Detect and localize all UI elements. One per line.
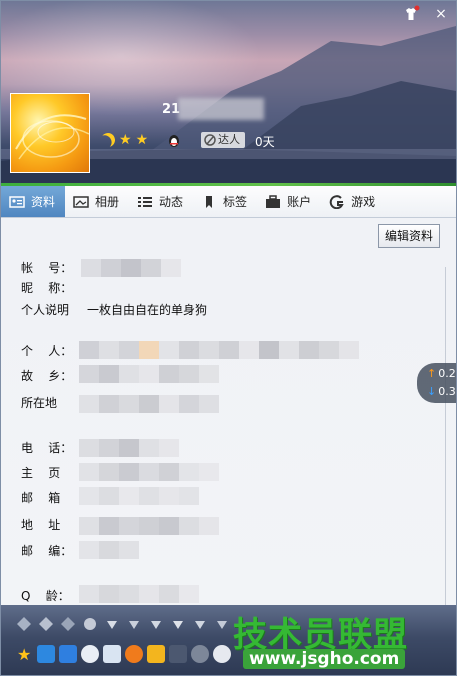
mosaic-block: [79, 487, 199, 505]
diamond-icon[interactable]: [103, 615, 121, 633]
badge-icon[interactable]: [81, 615, 99, 633]
mosaic-block: [79, 463, 219, 481]
profile-window: × 21 ★ ★ 达人 0天 资料 相册 动态 标签 账户 游戏 编辑资料 帐 …: [0, 0, 457, 676]
tab-bar: 资料 相册 动态 标签 账户 游戏: [1, 186, 456, 218]
qq-penguin-icon[interactable]: [167, 133, 181, 147]
star-icon: ★: [119, 132, 132, 148]
field-label: 所在地: [21, 396, 58, 410]
field-location: 所在地: [21, 394, 69, 412]
field-label: 电 话：: [21, 441, 73, 455]
service-icon-row: ★: [15, 645, 231, 664]
tab-games[interactable]: 游戏: [321, 186, 385, 217]
tab-label: 游戏: [351, 195, 376, 209]
field-phone: 电 话：: [21, 439, 73, 457]
mosaic-block: [79, 365, 219, 383]
upload-arrow-icon: ↑: [427, 367, 437, 380]
field-hometown: 故 乡：: [21, 367, 73, 385]
briefcase-icon: [266, 194, 281, 208]
mosaic-block: [81, 259, 181, 277]
mail-icon[interactable]: [103, 645, 121, 663]
shield-icon[interactable]: [59, 645, 77, 663]
tab-label: 相册: [95, 195, 120, 209]
field-label: 个人说明: [21, 303, 70, 317]
field-address: 地 址: [21, 516, 69, 534]
mosaic-block: [79, 439, 179, 457]
talent-badge[interactable]: 达人: [201, 132, 245, 148]
diamond-icon[interactable]: [125, 615, 143, 633]
tab-label: 动态: [159, 195, 184, 209]
photo-icon: [73, 195, 89, 208]
badge-icon[interactable]: [15, 615, 33, 633]
talent-icon: [204, 134, 216, 146]
music-icon[interactable]: [191, 645, 209, 663]
field-label: 个 人：: [21, 344, 73, 358]
active-days: 0天: [255, 135, 275, 149]
tab-tags[interactable]: 标签: [193, 186, 257, 217]
field-label: Q 龄：: [21, 589, 70, 603]
network-speed-widget[interactable]: ↑ 0.2 ↓ 0.3: [417, 363, 456, 403]
field-label: 邮 编：: [21, 544, 73, 558]
diamond-icon[interactable]: [191, 615, 209, 633]
tab-profile[interactable]: 资料: [1, 186, 66, 217]
field-description: 个人说明 一枚自由自在的单身狗: [21, 301, 207, 319]
download-speed: 0.3: [438, 385, 456, 398]
mosaic-block: [79, 585, 199, 603]
field-homepage: 主 页: [21, 464, 69, 482]
edit-profile-button[interactable]: 编辑资料: [377, 224, 440, 248]
moon-icon: [99, 131, 117, 149]
avatar[interactable]: [10, 93, 90, 173]
diamond-icon[interactable]: [147, 615, 165, 633]
mosaic-block: [79, 517, 219, 535]
field-email: 邮 箱: [21, 489, 69, 507]
close-button[interactable]: ×: [432, 5, 450, 23]
scrollbar-track[interactable]: [445, 267, 446, 647]
watermark: 技术员联盟 www.jsgho.com: [225, 605, 445, 675]
field-label: 昵 称：: [21, 281, 73, 295]
watermark-url: www.jsgho.com: [243, 649, 406, 669]
field-nickname: 昵 称：: [21, 279, 73, 297]
talent-label: 达人: [218, 133, 240, 146]
star-icon: ★: [135, 132, 149, 148]
badge-icon[interactable]: [37, 615, 55, 633]
field-personal: 个 人：: [21, 342, 73, 360]
mosaic-block: [79, 395, 219, 413]
mosaic-block: [79, 341, 359, 359]
download-arrow-icon: ↓: [427, 385, 437, 398]
tab-feed[interactable]: 动态: [129, 186, 193, 217]
wallet-icon[interactable]: [147, 645, 165, 663]
tab-label: 标签: [223, 195, 248, 209]
field-value: 一枚自由自在的单身狗: [87, 303, 208, 317]
badge-icon-row: [15, 615, 231, 633]
badge-icon[interactable]: [59, 615, 77, 633]
app-icon[interactable]: [169, 645, 187, 663]
qq-icon[interactable]: [81, 645, 99, 663]
tab-album[interactable]: 相册: [65, 186, 129, 217]
game-center-icon[interactable]: [125, 645, 143, 663]
profile-header: × 21 ★ ★ 达人 0天: [1, 1, 456, 186]
level-badges[interactable]: ★ ★: [101, 133, 148, 147]
field-label: 帐 号：: [21, 261, 73, 275]
tab-label: 账户: [287, 195, 312, 209]
nickname-mosaic: [178, 98, 264, 120]
star-icon[interactable]: ★: [15, 645, 33, 664]
field-label: 故 乡：: [21, 369, 73, 383]
upload-speed: 0.2: [438, 367, 456, 380]
field-label: 主 页: [21, 466, 61, 480]
bookmark-icon: [206, 195, 213, 208]
field-zipcode: 邮 编：: [21, 542, 73, 560]
list-icon: [138, 196, 153, 207]
game-icon: [329, 194, 344, 209]
field-qq-age: Q 龄：: [21, 587, 70, 605]
tab-account[interactable]: 账户: [257, 186, 321, 217]
qzone-icon[interactable]: [37, 645, 55, 663]
field-label: 邮 箱: [21, 491, 61, 505]
mosaic-block: [79, 541, 139, 559]
skin-icon[interactable]: [402, 5, 420, 23]
tab-label: 资料: [31, 195, 56, 209]
diamond-icon[interactable]: [169, 615, 187, 633]
field-account: 帐 号：: [21, 259, 73, 277]
profile-card-icon: [9, 195, 25, 208]
field-label: 地 址: [21, 518, 61, 532]
svg-text:★: ★: [17, 645, 31, 663]
